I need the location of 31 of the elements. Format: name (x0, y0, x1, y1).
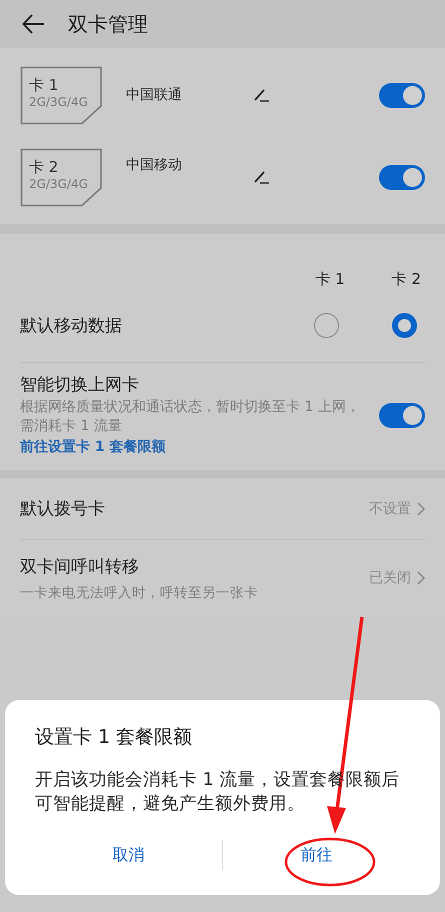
setting-label: 默认移动数据 (20, 315, 122, 337)
setting-label: 双卡间呼叫转移 (20, 556, 140, 578)
radio-button[interactable] (392, 313, 417, 338)
switch-toggle[interactable] (379, 403, 425, 428)
setting-description: 根据网络质量状况和通话状态，暂时切换至卡 1 上网，需消耗卡 1 流量 (20, 398, 360, 436)
radio-button[interactable] (314, 313, 339, 338)
dialog-button[interactable]: 前往 (223, 835, 410, 875)
carrier-name: 中国联通 (126, 86, 183, 104)
setting-label: 智能切换上网卡 (20, 374, 140, 396)
dialog-title: 设置卡 1 套餐限额 (35, 725, 194, 750)
sim-label: 卡 2 (29, 158, 60, 176)
limit-link[interactable]: 前往设置卡 1 套餐限额 (20, 436, 361, 458)
column-header: 卡 2 (390, 270, 422, 289)
sim-toggle[interactable] (379, 164, 425, 190)
network-type: 2G/3G/4G (29, 94, 89, 110)
chevron-icon (417, 571, 425, 585)
sim-toggle[interactable] (379, 82, 425, 108)
edit-icon[interactable] (254, 88, 270, 102)
back-icon[interactable] (22, 14, 46, 34)
network-type: 2G/3G/4G (29, 176, 89, 192)
sim-label: 卡 1 (29, 76, 60, 94)
page-title: 双卡管理 (68, 10, 148, 38)
edit-icon[interactable] (254, 170, 270, 184)
column-header: 卡 1 (314, 270, 346, 289)
chevron-icon (417, 502, 425, 516)
carrier-name: 中国移动 (126, 156, 183, 174)
setting-value: 不设置 (369, 500, 411, 518)
setting-value: 已关闭 (369, 569, 411, 587)
dialog-button[interactable]: 取消 (35, 835, 222, 875)
setting-description: 一卡来电无法呼入时，呼转至另一张卡 (20, 584, 258, 602)
setting-label: 默认拨号卡 (20, 498, 105, 520)
